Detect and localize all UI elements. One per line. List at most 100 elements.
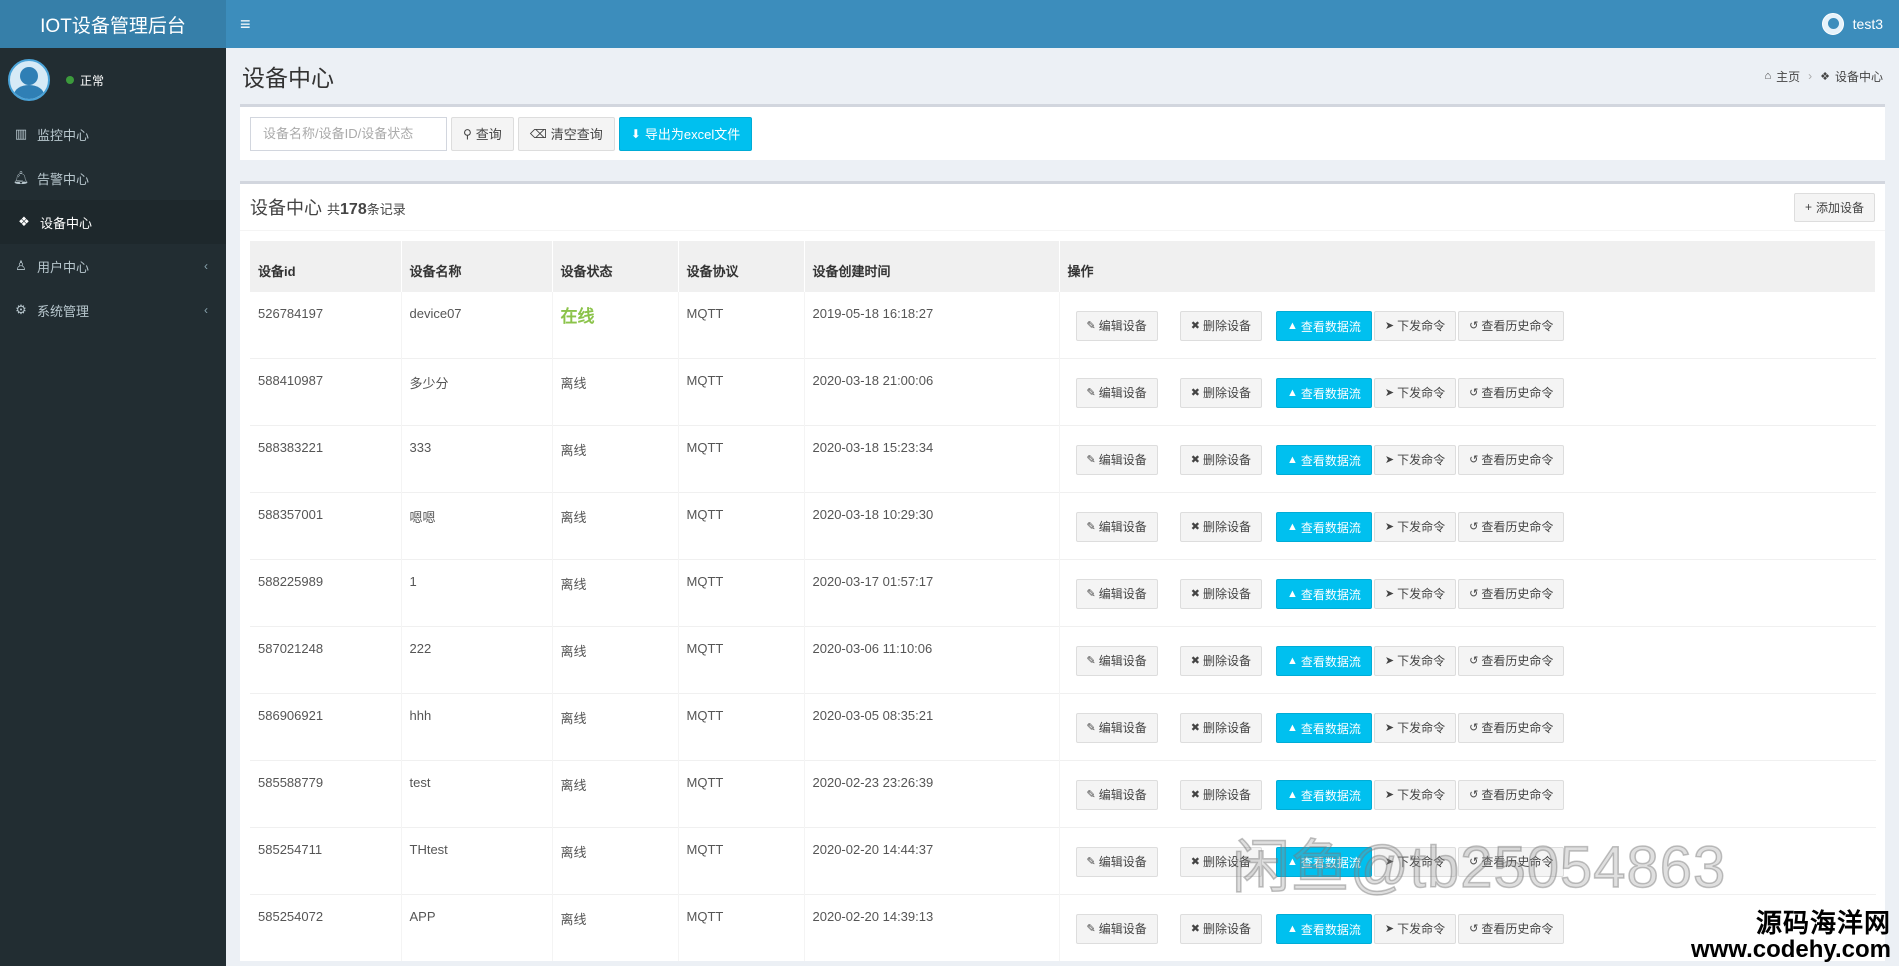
column-header: 设备状态 [552, 241, 679, 291]
data-device-button[interactable]: ▲ 查看数据流 [1275, 780, 1372, 810]
command-device-button[interactable]: ➤ 下发命令 [1373, 645, 1457, 676]
command-device-button[interactable]: ➤ 下发命令 [1373, 444, 1457, 475]
close-icon: ✖ [1190, 454, 1200, 466]
edit-device-button[interactable]: ✎ 编辑设备 [1075, 913, 1158, 944]
history-device-button[interactable]: ↺ 查看历史命令 [1458, 578, 1565, 609]
watermark: 闲鱼@tb25054863 [1231, 834, 1727, 901]
gear-icon: ⚙ [15, 302, 27, 317]
cell-status: 离线 [552, 893, 679, 961]
edit-device-button[interactable]: ✎ 编辑设备 [1075, 310, 1158, 341]
history-device-button[interactable]: ↺ 查看历史命令 [1458, 779, 1565, 810]
query-button[interactable]: ⚲ 查询 [451, 116, 514, 151]
data-label: 查看数据流 [1300, 319, 1361, 334]
cell-status: 离线 [552, 357, 679, 425]
breadcrumb-separator: › [1808, 69, 1813, 83]
app-logo[interactable]: IOT设备管理后台 [0, 0, 226, 48]
cubes-icon: ❖ [18, 214, 30, 229]
table-row: 586906921 hhh 离线 MQTT 2020-03-05 08:35:21 ✎ 编辑… [250, 692, 1876, 760]
command-device-button[interactable]: ➤ 下发命令 [1373, 578, 1457, 609]
cell-name: 222 [401, 625, 553, 693]
edit-device-button[interactable]: ✎ 编辑设备 [1075, 645, 1158, 676]
bars-icon[interactable]: ≡ [240, 14, 262, 35]
sidebar-item-1[interactable]: 🔔︎ 告警中心 [0, 156, 226, 200]
cell-protocol: MQTT [678, 491, 805, 559]
history-label: 查看历史命令 [1481, 386, 1554, 400]
history-device-button[interactable]: ↺ 查看历史命令 [1458, 913, 1565, 944]
site-name: 源码海洋网 [1755, 908, 1891, 938]
data-label: 查看数据流 [1300, 520, 1361, 535]
command-label: 下发命令 [1397, 922, 1446, 936]
delete-device-button[interactable]: ✖ 删除设备 [1179, 645, 1262, 676]
data-device-button[interactable]: ▲ 查看数据流 [1275, 713, 1372, 743]
close-icon: ✖ [1190, 923, 1200, 935]
cell-actions: ✎ 编辑设备 ✖ 删除设备 ▲ 查看数据流 ➤ 下发命令 ↺ 查看历史命令 [1059, 357, 1876, 425]
cubes-icon: ❖ [1820, 70, 1830, 83]
add-device-button[interactable]: + 添加设备 [1793, 192, 1875, 222]
data-label: 查看数据流 [1300, 922, 1361, 937]
history-icon: ↺ [1469, 454, 1479, 466]
data-device-button[interactable]: ▲ 查看数据流 [1275, 378, 1372, 408]
data-device-button[interactable]: ▲ 查看数据流 [1275, 311, 1372, 341]
area-chart-icon: ▲ [1286, 923, 1298, 935]
close-icon: ✖ [1190, 856, 1200, 868]
delete-device-button[interactable]: ✖ 删除设备 [1179, 377, 1262, 408]
command-label: 下发命令 [1397, 520, 1446, 534]
data-device-button[interactable]: ▲ 查看数据流 [1275, 445, 1372, 475]
data-device-button[interactable]: ▲ 查看数据流 [1275, 512, 1372, 542]
table-row: 588383221 333 离线 MQTT 2020-03-18 15:23:34 ✎ 编辑… [250, 424, 1876, 492]
delete-device-button[interactable]: ✖ 删除设备 [1179, 511, 1262, 542]
clear-query-button[interactable]: ⌫ 清空查询 [517, 116, 615, 151]
delete-device-button[interactable]: ✖ 删除设备 [1179, 913, 1262, 944]
edit-device-button[interactable]: ✎ 编辑设备 [1075, 444, 1158, 475]
edit-label: 编辑设备 [1098, 788, 1147, 802]
data-label: 查看数据流 [1300, 386, 1361, 401]
sidebar-item-2[interactable]: ❖ 设备中心 [0, 200, 226, 244]
data-device-button[interactable]: ▲ 查看数据流 [1275, 579, 1372, 609]
edit-device-button[interactable]: ✎ 编辑设备 [1075, 712, 1158, 743]
send-icon: ➤ [1384, 923, 1395, 935]
sidebar: 正常 ▥ 监控中心 🔔︎ 告警中心 ❖ 设备中心 ♙ 用户中心 ‹ ⚙ 系统管理 ‹ [0, 48, 226, 966]
history-device-button[interactable]: ↺ 查看历史命令 [1458, 310, 1565, 341]
history-device-button[interactable]: ↺ 查看历史命令 [1458, 712, 1565, 743]
command-device-button[interactable]: ➤ 下发命令 [1373, 511, 1457, 542]
breadcrumb-home[interactable]: 主页 [1776, 68, 1800, 85]
edit-device-button[interactable]: ✎ 编辑设备 [1075, 779, 1158, 810]
delete-device-button[interactable]: ✖ 删除设备 [1179, 578, 1262, 609]
export-excel-button[interactable]: ⬇ 导出为excel文件 [618, 116, 753, 151]
sidebar-item-3[interactable]: ♙ 用户中心 ‹ [0, 244, 226, 288]
delete-device-button[interactable]: ✖ 删除设备 [1179, 712, 1262, 743]
command-device-button[interactable]: ➤ 下发命令 [1373, 913, 1457, 944]
data-device-button[interactable]: ▲ 查看数据流 [1275, 914, 1372, 944]
command-device-button[interactable]: ➤ 下发命令 [1373, 712, 1457, 743]
edit-device-button[interactable]: ✎ 编辑设备 [1075, 377, 1158, 408]
delete-device-button[interactable]: ✖ 删除设备 [1179, 310, 1262, 341]
user-menu[interactable]: test3 [1821, 13, 1883, 35]
delete-label: 删除设备 [1202, 788, 1251, 802]
edit-icon: ✎ [1086, 722, 1096, 734]
cell-created: 2020-03-18 15:23:34 [804, 424, 1060, 492]
area-chart-icon: ▲ [1286, 521, 1298, 533]
delete-device-button[interactable]: ✖ 删除设备 [1179, 444, 1262, 475]
history-device-button[interactable]: ↺ 查看历史命令 [1458, 377, 1565, 408]
edit-label: 编辑设备 [1098, 654, 1147, 668]
command-label: 下发命令 [1397, 386, 1446, 400]
search-input[interactable] [250, 116, 447, 151]
data-device-button[interactable]: ▲ 查看数据流 [1275, 646, 1372, 676]
edit-icon: ✎ [1086, 454, 1096, 466]
sidebar-item-0[interactable]: ▥ 监控中心 [0, 112, 226, 156]
history-device-button[interactable]: ↺ 查看历史命令 [1458, 511, 1565, 542]
sidebar-item-4[interactable]: ⚙ 系统管理 ‹ [0, 288, 226, 332]
edit-device-button[interactable]: ✎ 编辑设备 [1075, 846, 1158, 877]
edit-device-button[interactable]: ✎ 编辑设备 [1075, 578, 1158, 609]
cell-name: APP [401, 893, 553, 961]
history-device-button[interactable]: ↺ 查看历史命令 [1458, 645, 1565, 676]
command-device-button[interactable]: ➤ 下发命令 [1373, 310, 1457, 341]
cell-protocol: MQTT [678, 826, 805, 894]
area-chart-icon: ▲ [1286, 387, 1298, 399]
command-device-button[interactable]: ➤ 下发命令 [1373, 779, 1457, 810]
history-device-button[interactable]: ↺ 查看历史命令 [1458, 444, 1565, 475]
command-device-button[interactable]: ➤ 下发命令 [1373, 377, 1457, 408]
cell-created: 2020-03-18 10:29:30 [804, 491, 1060, 559]
edit-device-button[interactable]: ✎ 编辑设备 [1075, 511, 1158, 542]
delete-device-button[interactable]: ✖ 删除设备 [1179, 779, 1262, 810]
